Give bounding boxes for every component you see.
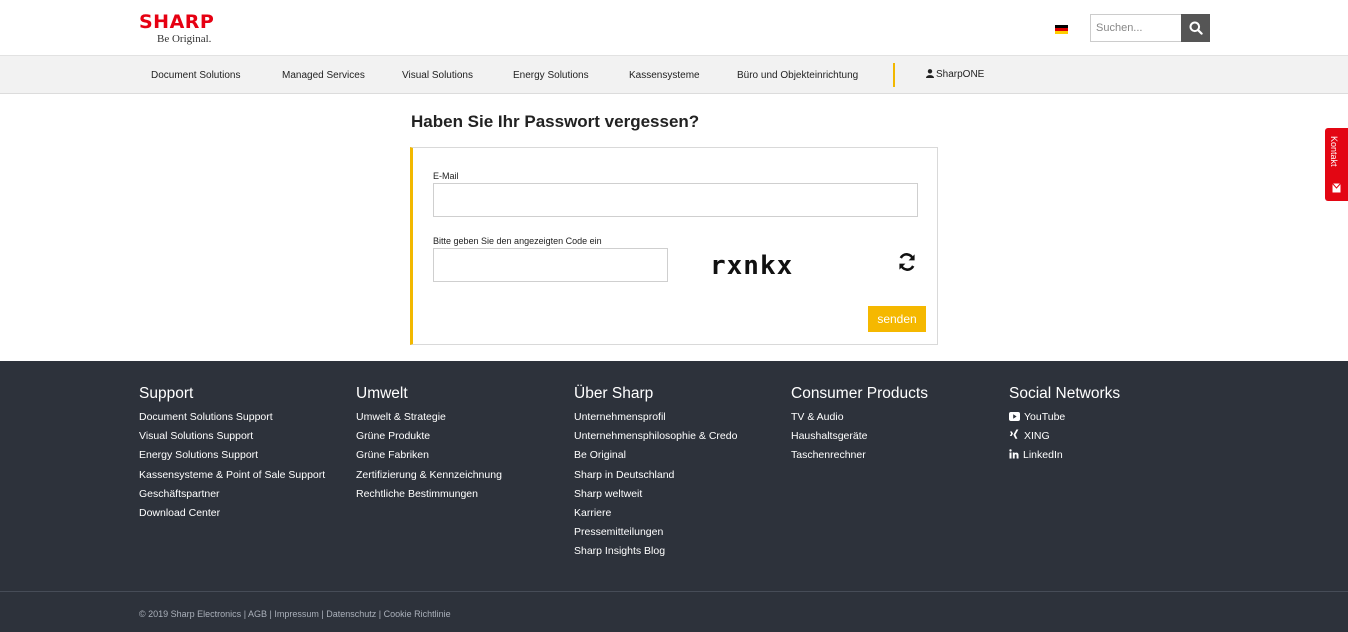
page: SHARP Be Original. Document Solutions Ma… <box>0 0 1348 632</box>
search-input[interactable] <box>1090 14 1182 42</box>
nav-item-sharpone[interactable]: SharpONE <box>926 69 984 80</box>
nav-item-document-solutions[interactable]: Document Solutions <box>151 70 241 81</box>
footer-link[interactable]: Sharp in Deutschland <box>574 466 737 485</box>
footer-link-linkedin[interactable]: LinkedIn <box>1009 446 1120 465</box>
footer-column-ueber-sharp: Über Sharp Unternehmensprofil Unternehme… <box>574 385 737 562</box>
linkedin-label: LinkedIn <box>1023 449 1063 462</box>
footer-link[interactable]: Haushaltsgeräte <box>791 427 928 446</box>
contact-tab-label: Kontakt <box>1329 136 1339 167</box>
copyright-line: © 2019 Sharp Electronics | AGB | Impress… <box>139 609 451 619</box>
nav-sharpone-label: SharpONE <box>936 69 985 80</box>
youtube-icon <box>1009 412 1020 421</box>
footer-link[interactable]: Grüne Produkte <box>356 427 502 446</box>
nav-item-visual-solutions[interactable]: Visual Solutions <box>402 70 473 81</box>
copyright-text: © 2019 Sharp Electronics <box>139 609 242 619</box>
footer-heading-umwelt: Umwelt <box>356 385 408 402</box>
footer: Support Document Solutions Support Visua… <box>0 361 1348 592</box>
search-box <box>1090 14 1210 42</box>
footer-link[interactable]: Unternehmensprofil <box>574 408 737 427</box>
email-label: E-Mail <box>433 171 459 181</box>
captcha-input[interactable] <box>433 248 668 282</box>
logo-tagline: Be Original. <box>157 33 212 45</box>
main-nav: Document Solutions Managed Services Visu… <box>0 56 1348 94</box>
nav-item-energy-solutions[interactable]: Energy Solutions <box>513 70 589 81</box>
footer-bottom-bar: © 2019 Sharp Electronics | AGB | Impress… <box>0 591 1348 632</box>
footer-heading-consumer-products: Consumer Products <box>791 385 928 402</box>
legal-link-impressum[interactable]: Impressum <box>274 609 319 619</box>
footer-heading-support: Support <box>139 385 194 402</box>
contact-tab[interactable]: Kontakt <box>1325 128 1348 201</box>
footer-column-consumer-products: Consumer Products TV & Audio Haushaltsge… <box>791 385 928 466</box>
send-button[interactable]: senden <box>868 306 926 332</box>
footer-link[interactable]: Unternehmensphilosophie & Credo <box>574 427 737 446</box>
password-reset-form: E-Mail Bitte geben Sie den angezeigten C… <box>410 147 938 345</box>
user-icon <box>926 69 934 78</box>
footer-column-umwelt: Umwelt Umwelt & Strategie Grüne Produkte… <box>356 385 502 504</box>
footer-link[interactable]: Document Solutions Support <box>139 408 325 427</box>
footer-link[interactable]: Rechtliche Bestimmungen <box>356 485 502 504</box>
footer-link[interactable]: Zertifizierung & Kennzeichnung <box>356 466 502 485</box>
legal-link-datenschutz[interactable]: Datenschutz <box>326 609 376 619</box>
footer-column-support: Support Document Solutions Support Visua… <box>139 385 325 523</box>
footer-link[interactable]: Be Original <box>574 446 737 465</box>
footer-heading-ueber-sharp: Über Sharp <box>574 385 654 402</box>
email-field[interactable] <box>433 183 918 217</box>
captcha-image: rxnkx <box>710 251 794 281</box>
nav-item-kassensysteme[interactable]: Kassensysteme <box>629 70 700 81</box>
xing-icon <box>1009 429 1019 440</box>
sharp-logo[interactable]: SHARP Be Original. <box>139 13 231 49</box>
german-flag-icon[interactable] <box>1055 25 1068 34</box>
refresh-icon[interactable] <box>897 252 917 272</box>
search-button[interactable] <box>1181 14 1210 42</box>
legal-link-agb[interactable]: AGB <box>248 609 267 619</box>
nav-item-buero-objekteinrichtung[interactable]: Büro und Objekteinrichtung <box>737 70 858 81</box>
footer-column-social-networks: Social Networks YouTube XING LinkedIn <box>1009 385 1120 466</box>
mail-icon <box>1332 183 1341 193</box>
footer-link[interactable]: Visual Solutions Support <box>139 427 325 446</box>
footer-link[interactable]: Geschäftspartner <box>139 485 325 504</box>
footer-link[interactable]: Karriere <box>574 504 737 523</box>
footer-link-youtube[interactable]: YouTube <box>1009 408 1120 427</box>
footer-link[interactable]: Download Center <box>139 504 325 523</box>
footer-link[interactable]: Kassensysteme & Point of Sale Support <box>139 466 325 485</box>
footer-link[interactable]: Pressemitteilungen <box>574 523 737 542</box>
nav-item-managed-services[interactable]: Managed Services <box>282 70 365 81</box>
header: SHARP Be Original. <box>0 0 1348 56</box>
search-icon <box>1189 21 1203 35</box>
nav-divider <box>893 63 895 87</box>
footer-link[interactable]: Taschenrechner <box>791 446 928 465</box>
linkedin-icon <box>1009 449 1019 459</box>
xing-label: XING <box>1024 430 1050 443</box>
captcha-label: Bitte geben Sie den angezeigten Code ein <box>433 236 602 246</box>
page-title: Haben Sie Ihr Passwort vergessen? <box>411 112 700 131</box>
legal-link-cookie-richtlinie[interactable]: Cookie Richtlinie <box>384 609 451 619</box>
logo-brand: SHARP <box>139 11 215 33</box>
footer-link[interactable]: TV & Audio <box>791 408 928 427</box>
footer-link[interactable]: Energy Solutions Support <box>139 446 325 465</box>
footer-heading-social-networks: Social Networks <box>1009 385 1121 402</box>
youtube-label: YouTube <box>1024 411 1066 423</box>
footer-link[interactable]: Grüne Fabriken <box>356 446 502 465</box>
footer-link[interactable]: Umwelt & Strategie <box>356 408 502 427</box>
footer-link[interactable]: Sharp weltweit <box>574 485 737 504</box>
footer-link[interactable]: Sharp Insights Blog <box>574 542 737 561</box>
footer-link-xing[interactable]: XING <box>1009 427 1120 446</box>
